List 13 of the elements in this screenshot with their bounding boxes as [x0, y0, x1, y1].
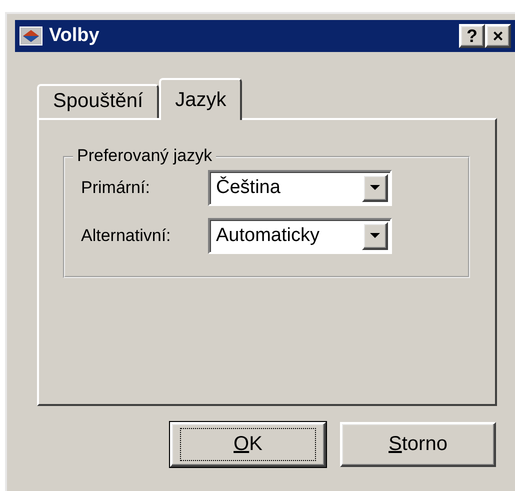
- field-label: Alternativní:: [81, 226, 172, 246]
- help-button[interactable]: ?: [459, 24, 485, 48]
- close-button[interactable]: ×: [485, 24, 511, 48]
- dropdown[interactable]: Automaticky: [208, 218, 392, 254]
- window-title: Volby: [49, 25, 100, 47]
- field-label: Primární:: [81, 178, 151, 198]
- app-icon: [19, 26, 43, 46]
- dropdown[interactable]: Čeština: [208, 170, 392, 206]
- cancel-button[interactable]: Storno: [340, 422, 496, 467]
- group-title: Preferovaný jazyk: [73, 146, 216, 166]
- ok-button[interactable]: OK: [170, 422, 326, 467]
- tab[interactable]: Jazyk: [159, 78, 242, 120]
- tab[interactable]: Spouštění: [37, 84, 160, 118]
